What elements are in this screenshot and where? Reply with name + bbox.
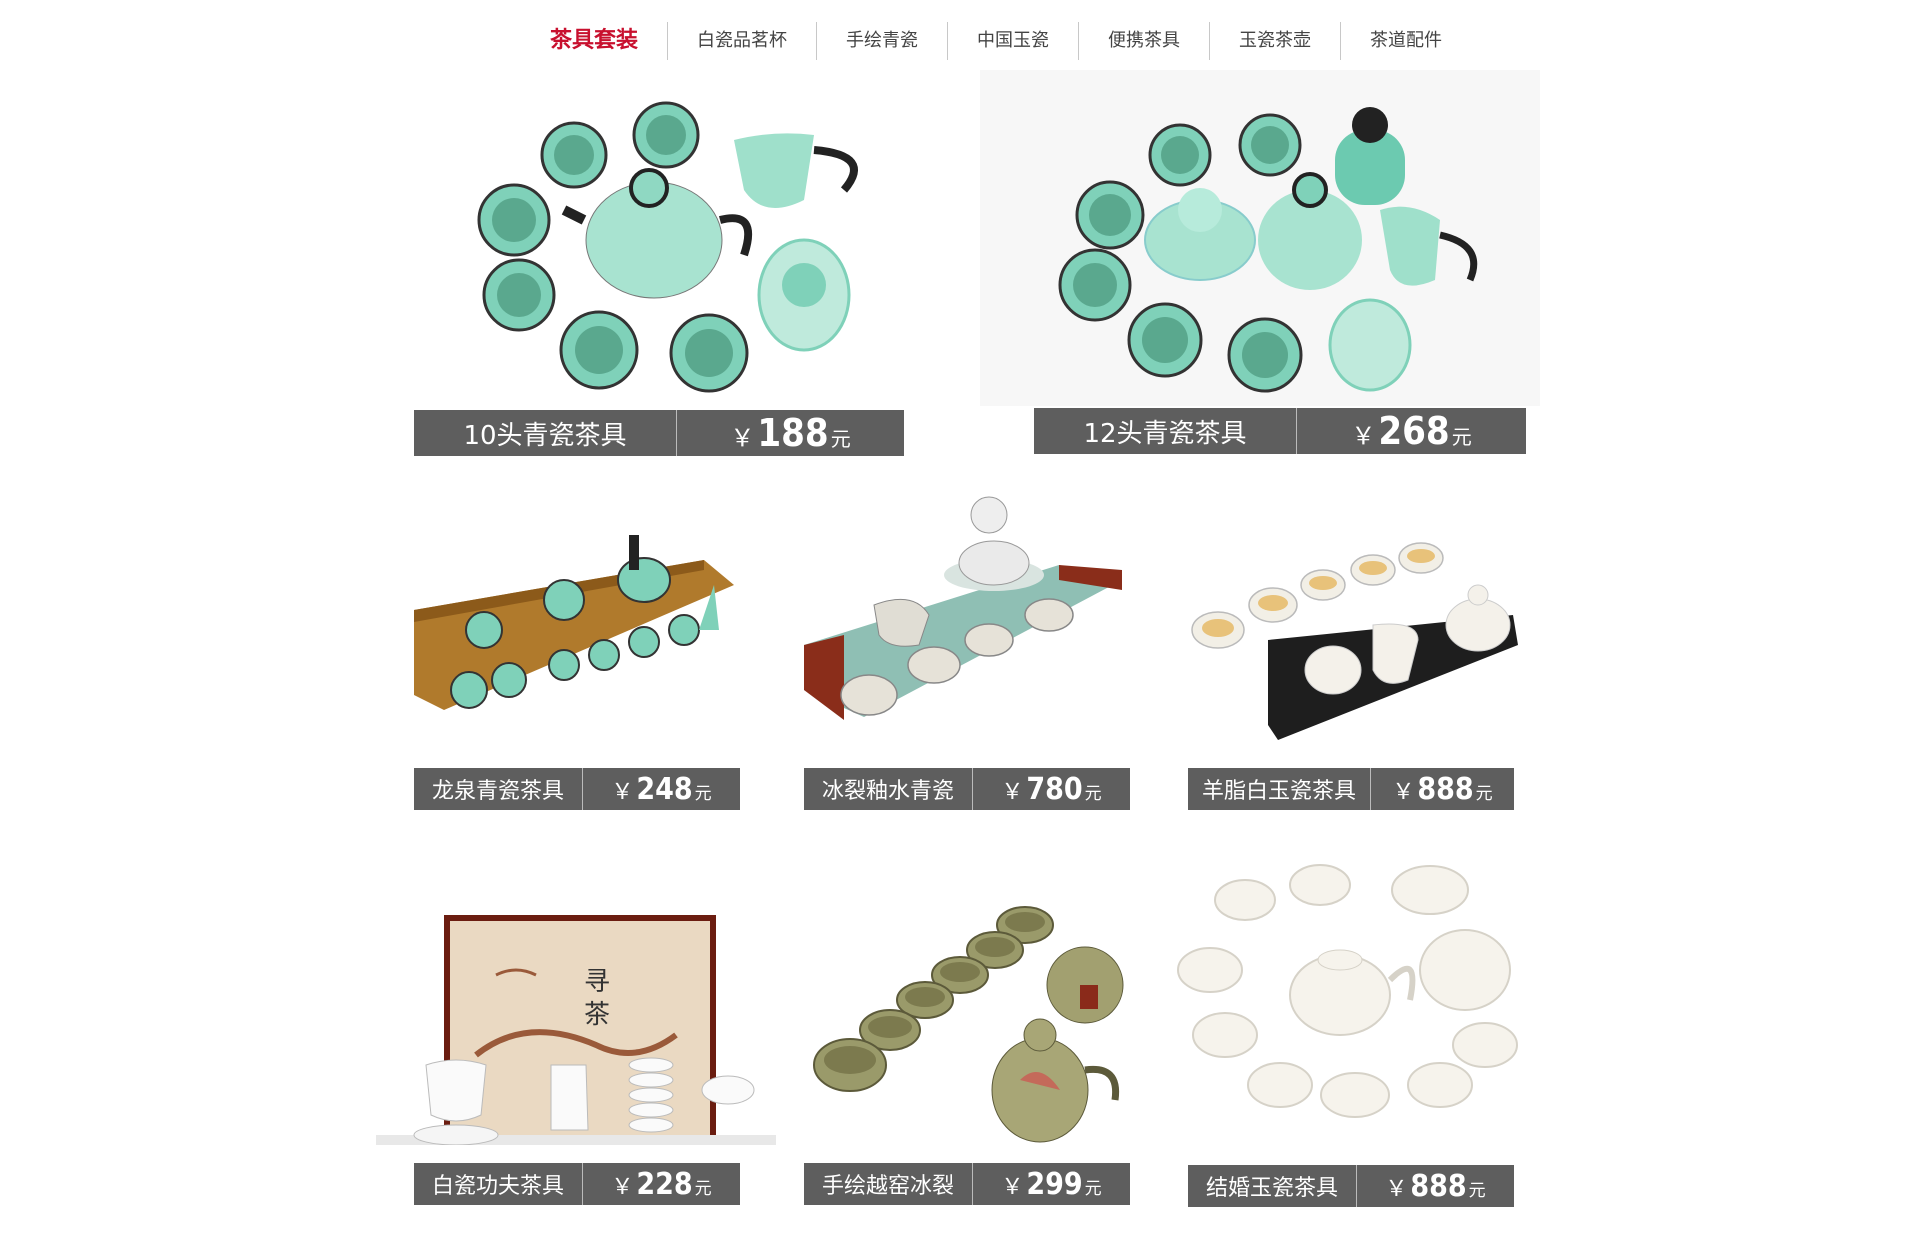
product-price-bar: 羊脂白玉瓷茶具 ￥ 888 元 (1188, 768, 1514, 810)
product-price: ￥ 299 元 (973, 1167, 1130, 1202)
product-image[interactable] (414, 70, 914, 410)
svg-text:寻: 寻 (584, 967, 610, 997)
currency-symbol: ￥ (1392, 779, 1415, 805)
product-price: ￥ 248 元 (583, 772, 740, 807)
product-image[interactable] (804, 495, 1134, 735)
product-price-bar: 12头青瓷茶具 ￥ 268 元 (1034, 408, 1526, 454)
product-price: ￥ 888 元 (1371, 772, 1514, 807)
product-image[interactable] (414, 480, 744, 740)
nav-item-hand-painted-celadon[interactable]: 手绘青瓷 (816, 22, 947, 60)
nav-item-tea-sets[interactable]: 茶具套装 (530, 22, 667, 60)
nav-item-white-porcelain-cups[interactable]: 白瓷品茗杯 (667, 22, 816, 60)
currency-symbol: ￥ (730, 424, 755, 452)
product-name: 结婚玉瓷茶具 (1188, 1165, 1357, 1207)
product-price: ￥ 888 元 (1357, 1169, 1514, 1204)
price-value: 780 (1026, 771, 1083, 807)
price-unit: 元 (1084, 783, 1102, 804)
price-value: 248 (636, 771, 693, 807)
nav-item-portable-teaware[interactable]: 便携茶具 (1078, 22, 1209, 60)
price-unit: 元 (1468, 1180, 1486, 1201)
price-unit: 元 (830, 427, 851, 451)
price-unit: 元 (1475, 783, 1493, 804)
currency-symbol: ￥ (1351, 422, 1376, 450)
price-value: 188 (757, 411, 829, 455)
price-value: 888 (1417, 771, 1474, 807)
product-price: ￥ 780 元 (973, 772, 1130, 807)
currency-symbol: ￥ (611, 1174, 634, 1200)
product-price-bar: 冰裂釉水青瓷 ￥ 780 元 (804, 768, 1130, 810)
price-unit: 元 (1084, 1178, 1102, 1199)
product-image[interactable] (1188, 530, 1528, 740)
price-unit: 元 (694, 783, 712, 804)
nav-item-jade-teapots[interactable]: 玉瓷茶壶 (1209, 22, 1340, 60)
product-image[interactable] (780, 900, 1140, 1150)
price-value: 228 (636, 1166, 693, 1202)
nav-item-tea-accessories[interactable]: 茶道配件 (1340, 22, 1471, 60)
product-name: 12头青瓷茶具 (1034, 408, 1297, 454)
product-name: 冰裂釉水青瓷 (804, 768, 973, 810)
price-value: 268 (1378, 409, 1450, 453)
product-name: 龙泉青瓷茶具 (414, 768, 583, 810)
product-image[interactable] (980, 70, 1540, 406)
currency-symbol: ￥ (1001, 779, 1024, 805)
svg-text:茶: 茶 (584, 1000, 610, 1030)
currency-symbol: ￥ (1385, 1176, 1408, 1202)
product-price-bar: 白瓷功夫茶具 ￥ 228 元 (414, 1163, 740, 1205)
product-price-bar: 龙泉青瓷茶具 ￥ 248 元 (414, 768, 740, 810)
currency-symbol: ￥ (611, 779, 634, 805)
product-name: 白瓷功夫茶具 (414, 1163, 583, 1205)
product-name: 羊脂白玉瓷茶具 (1188, 768, 1371, 810)
product-name: 10头青瓷茶具 (414, 410, 677, 456)
product-image[interactable]: 寻 茶 (376, 915, 776, 1145)
price-value: 888 (1410, 1168, 1467, 1204)
product-price-bar: 结婚玉瓷茶具 ￥ 888 元 (1188, 1165, 1514, 1207)
product-price-bar: 手绘越窑冰裂 ￥ 299 元 (804, 1163, 1130, 1205)
product-image[interactable] (1170, 860, 1530, 1140)
product-price: ￥ 228 元 (583, 1167, 740, 1202)
product-price: ￥ 268 元 (1297, 409, 1526, 453)
product-price: ￥ 188 元 (677, 411, 904, 455)
product-name: 手绘越窑冰裂 (804, 1163, 973, 1205)
category-nav: 茶具套装 白瓷品茗杯 手绘青瓷 中国玉瓷 便携茶具 玉瓷茶壶 茶道配件 (530, 22, 1471, 60)
product-price-bar: 10头青瓷茶具 ￥ 188 元 (414, 410, 904, 456)
currency-symbol: ￥ (1001, 1174, 1024, 1200)
price-unit: 元 (694, 1178, 712, 1199)
price-unit: 元 (1451, 425, 1472, 449)
price-value: 299 (1026, 1166, 1083, 1202)
nav-item-chinese-jade-porcelain[interactable]: 中国玉瓷 (947, 22, 1078, 60)
